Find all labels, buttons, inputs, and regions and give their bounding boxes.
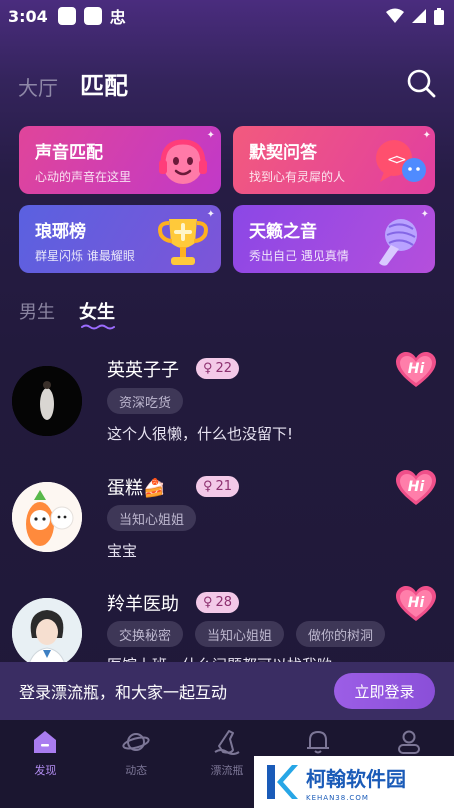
status-time: 3:04: [8, 6, 48, 26]
age-value: 21: [215, 479, 233, 494]
sparkle-icon: ✦: [206, 130, 215, 141]
heart-icon: Hi: [396, 470, 436, 505]
female-icon: ♀: [203, 479, 213, 494]
user-name: 英英子子: [107, 360, 179, 381]
login-prompt-bar: 登录漂流瓶，和大家一起互动 立即登录: [0, 662, 454, 720]
tab-female-label: 女生: [79, 302, 115, 323]
user-bio: 宝宝: [107, 542, 138, 560]
watermark-url: KEHAN38.COM: [306, 793, 369, 802]
watermark-name: 柯翰软件园: [306, 766, 406, 791]
avatar[interactable]: [12, 598, 82, 662]
bottle-icon: [214, 730, 240, 755]
tab-female[interactable]: 女生: [79, 298, 115, 330]
headphone-face-icon: [159, 139, 207, 184]
age-badge: ♀ 21: [196, 476, 240, 497]
microphone-icon: [379, 219, 417, 266]
search-icon[interactable]: [406, 68, 436, 98]
avatar-image: [12, 366, 82, 436]
profile-icon: [397, 730, 420, 754]
voice-show-card[interactable]: 天籁之音 秀出自己 遇见真情 ✦: [233, 205, 435, 273]
sparkle-icon: ✦: [206, 209, 215, 220]
avatar[interactable]: [12, 482, 82, 552]
list-item[interactable]: 羚羊医助 ♀ 28 交换秘密 当知心姐姐 做你的树洞 医馆上班，什么问题都可以找…: [0, 584, 454, 662]
login-button[interactable]: 立即登录: [334, 673, 435, 709]
user-tag: 交换秘密: [107, 621, 184, 647]
user-tag: 当知心姐姐: [107, 505, 197, 531]
tab-male[interactable]: 男生: [19, 298, 55, 324]
nav-label: 动态: [125, 764, 148, 777]
trophy-icon: [158, 219, 208, 265]
bell-icon: [306, 731, 329, 754]
tab-hall[interactable]: 大厅: [18, 72, 58, 101]
user-tag: 资深吃货: [107, 388, 184, 414]
female-icon: ♀: [203, 595, 213, 610]
list-item[interactable]: 蛋糕🍰 ♀ 21 当知心姐姐 宝宝 Hi: [0, 468, 454, 588]
heart-icon: Hi: [396, 352, 436, 387]
avatar[interactable]: [12, 366, 82, 436]
avatar-image: [12, 598, 82, 662]
top-tabs: 大厅 匹配: [18, 66, 128, 101]
gender-tabs: 男生 女生: [19, 298, 115, 330]
user-bio: 医馆上班，什么问题都可以找我哟: [107, 654, 332, 662]
user-name: 羚羊医助: [107, 594, 179, 615]
avatar-image: [12, 482, 82, 552]
user-tag: 做你的树洞: [296, 621, 386, 647]
notification-icon: [57, 7, 76, 25]
user-tag: 当知心姐姐: [195, 621, 285, 647]
say-hi-button[interactable]: Hi: [396, 586, 436, 622]
active-tab-indicator: [81, 324, 115, 330]
tab-match[interactable]: 匹配: [80, 66, 128, 101]
sparkle-icon: ✦: [422, 130, 431, 141]
user-bio: 这个人很懒，什么也没留下!: [107, 425, 294, 443]
user-name: 蛋糕🍰: [107, 478, 166, 499]
notification-icon: [83, 7, 102, 25]
age-badge: ♀ 22: [196, 358, 240, 379]
list-item[interactable]: 英英子子 ♀ 22 资深吃货 这个人很懒，什么也没留下! Hi: [0, 350, 454, 470]
planet-icon: [122, 733, 150, 751]
signal-icon: [412, 9, 426, 23]
watermark-logo-icon: [267, 765, 298, 799]
nav-item-moments[interactable]: 动态: [91, 720, 182, 808]
age-value: 22: [215, 361, 233, 376]
nav-label: 发现: [34, 764, 57, 777]
female-icon: ♀: [203, 361, 213, 376]
ranking-card[interactable]: 琅琊榜 群星闪烁 谁最耀眼 ✦: [19, 205, 221, 273]
nav-item-discover[interactable]: 发现: [0, 720, 91, 808]
heart-icon: Hi: [396, 586, 436, 621]
status-bar: 3:04 忠: [0, 0, 454, 32]
tacit-quiz-card[interactable]: 默契问答 找到心有灵犀的人 < > ✦: [233, 126, 435, 194]
nav-label: 漂流瓶: [210, 764, 244, 777]
voice-match-card[interactable]: 声音匹配 心动的声音在这里 ✦: [19, 126, 221, 194]
hi-label: Hi: [408, 479, 425, 495]
say-hi-button[interactable]: Hi: [396, 352, 436, 388]
age-badge: ♀ 28: [196, 592, 240, 613]
hi-label: Hi: [408, 361, 425, 377]
discover-home-icon: [34, 731, 57, 753]
watermark: 柯翰软件园 KEHAN38.COM: [254, 756, 454, 808]
hi-label: Hi: [408, 595, 425, 611]
age-value: 28: [215, 595, 233, 610]
login-prompt-text: 登录漂流瓶，和大家一起互动: [19, 683, 228, 702]
wifi-icon: [386, 8, 404, 23]
say-hi-button[interactable]: Hi: [396, 470, 436, 506]
battery-icon: [434, 7, 444, 25]
chat-bubbles-icon: < >: [376, 140, 426, 182]
carrier-icon: 忠: [109, 8, 126, 27]
sparkle-icon: ✦: [420, 209, 429, 220]
